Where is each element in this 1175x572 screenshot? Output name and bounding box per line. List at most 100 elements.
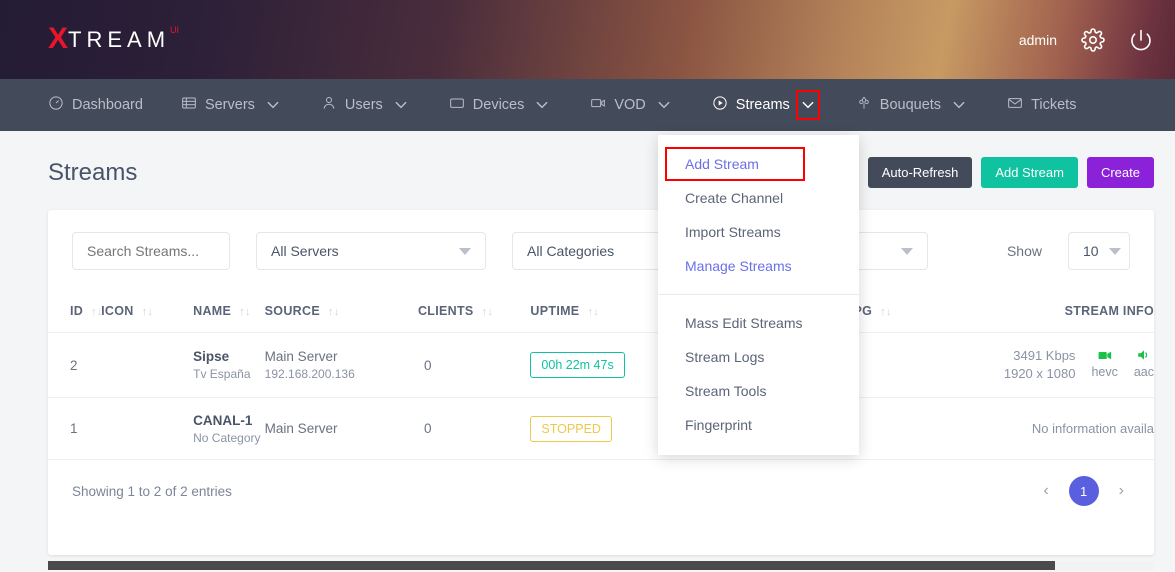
menu-item-stream-logs[interactable]: Stream Logs	[658, 340, 859, 374]
search-input[interactable]	[72, 232, 230, 270]
device-icon	[449, 95, 465, 115]
col-name[interactable]: NAME ↑↓	[193, 292, 265, 333]
nav-item-dashboard[interactable]: Dashboard	[48, 95, 143, 115]
nav-item-tickets[interactable]: Tickets	[1007, 95, 1076, 115]
top-right-controls: admin	[1018, 27, 1153, 52]
cell-clients: 0	[417, 332, 531, 398]
entries-summary: Showing 1 to 2 of 2 entries	[72, 483, 232, 499]
auto-refresh-button[interactable]: Auto-Refresh	[867, 157, 973, 188]
chevron-down-icon[interactable]	[795, 90, 820, 120]
audio-codec-label: aac	[1133, 365, 1154, 379]
col-id[interactable]: ID ↑↓	[48, 292, 102, 333]
menu-item-manage-streams[interactable]: Manage Streams	[658, 249, 859, 283]
nav-item-bouquets[interactable]: Bouquets	[856, 92, 969, 118]
menu-item-stream-tools[interactable]: Stream Tools	[658, 374, 859, 408]
page-size-select[interactable]: 10	[1068, 232, 1130, 270]
xtream-logo[interactable]: X TREAM UI	[48, 24, 179, 55]
create-button[interactable]: Create	[1086, 157, 1154, 188]
source-server: Main Server	[264, 349, 338, 364]
sort-icon: ↑↓	[587, 306, 600, 318]
source-ip: 192.168.200.136	[264, 367, 355, 381]
category-filter-value: All Categories	[527, 243, 615, 259]
stream-name: CANAL-1	[193, 412, 253, 428]
chevron-down-icon	[1108, 247, 1121, 255]
speedometer-icon	[48, 95, 64, 115]
show-label: Show	[1006, 243, 1042, 259]
cell-icon	[101, 397, 194, 460]
sort-icon: ↑↓	[481, 306, 494, 318]
server-filter-select[interactable]: All Servers	[256, 232, 486, 270]
stream-category: No Category	[193, 430, 261, 445]
sort-icon: ↑↓	[880, 306, 892, 318]
menu-item-import-streams[interactable]: Import Streams	[658, 215, 859, 249]
col-stream-info[interactable]: STREAM INFO	[908, 292, 1154, 333]
menu-item-create-channel[interactable]: Create Channel	[658, 181, 859, 215]
nav-item-devices[interactable]: Devices	[449, 92, 553, 118]
filter-bar: All Servers All Categories r Show 10	[48, 210, 1154, 292]
nav-label: VOD	[614, 97, 646, 113]
video-codec: hevc	[1091, 350, 1118, 381]
sort-icon: ↑↓	[141, 306, 154, 318]
nav-item-users[interactable]: Users	[321, 92, 411, 118]
menu-separator	[658, 294, 859, 295]
logo-superscript: UI	[170, 25, 180, 35]
tulip-icon	[856, 95, 872, 115]
resolution: 1920 x 1080	[1003, 366, 1076, 381]
nav-label: Tickets	[1031, 97, 1077, 113]
play-circle-icon	[712, 95, 728, 115]
nav-item-vod[interactable]: VOD	[590, 92, 673, 118]
pagination: ‹ 1 ›	[1037, 476, 1130, 506]
top-brand-bar: X TREAM UI admin	[0, 0, 1175, 79]
chevron-down-icon[interactable]	[263, 92, 283, 118]
sort-icon: ↑↓	[327, 306, 340, 318]
cell-id: 2	[48, 332, 102, 398]
table-row[interactable]: 1 CANAL-1 No Category Main Server 0 STOP…	[48, 397, 1154, 460]
nav-label: Users	[344, 97, 383, 113]
logo-x: X	[48, 22, 69, 55]
nav-label: Bouquets	[879, 97, 942, 113]
uptime-badge: STOPPED	[530, 415, 612, 442]
chevron-down-icon[interactable]	[949, 92, 969, 118]
chevron-down-icon[interactable]	[532, 92, 552, 118]
nav-label: Streams	[735, 97, 790, 113]
chevron-down-icon	[901, 247, 913, 255]
add-stream-button[interactable]: Add Stream	[981, 157, 1078, 188]
chevron-down-icon[interactable]	[654, 92, 674, 118]
cell-icon	[101, 332, 194, 398]
nav-item-streams[interactable]: Streams	[712, 90, 820, 120]
nav-label: Servers	[204, 97, 255, 113]
uptime-badge: 00h 22m 47s	[530, 352, 625, 378]
table-header-row: ID ↑↓ ICON ↑↓ NAME ↑↓ SOURCE ↑↓ CLIENTS ↑↓ UP…	[48, 292, 1154, 333]
power-icon[interactable]	[1129, 28, 1153, 52]
page-size-value: 10	[1083, 243, 1099, 259]
col-source[interactable]: SOURCE ↑↓	[264, 292, 418, 333]
prev-page-button[interactable]: ‹	[1037, 482, 1054, 500]
menu-item-fingerprint[interactable]: Fingerprint	[658, 408, 859, 442]
cell-name: CANAL-1 No Category	[193, 397, 265, 460]
chevron-down-icon[interactable]	[391, 92, 411, 118]
horizontal-scrollbar-thumb[interactable]	[48, 561, 1055, 570]
table-row[interactable]: 2 Sipse Tv España Main Server 192.168.20…	[48, 332, 1154, 398]
sort-icon: ↑↓	[239, 306, 251, 318]
cell-uptime: STOPPED	[530, 397, 674, 460]
username-label: admin	[1018, 31, 1057, 48]
menu-item-add-stream[interactable]: Add Stream	[658, 147, 859, 181]
stream-category: Tv España	[193, 367, 251, 381]
page-title: Streams	[48, 158, 138, 186]
streams-table: ID ↑↓ ICON ↑↓ NAME ↑↓ SOURCE ↑↓ CLIENTS ↑↓ UP…	[48, 292, 1154, 460]
col-icon[interactable]: ICON ↑↓	[101, 292, 194, 333]
col-clients[interactable]: CLIENTS ↑↓	[417, 292, 531, 333]
cell-name: Sipse Tv España	[193, 332, 265, 398]
table-footer: Showing 1 to 2 of 2 entries ‹ 1 ›	[48, 460, 1154, 522]
page-number-1[interactable]: 1	[1068, 476, 1099, 506]
envelope-icon	[1007, 95, 1023, 115]
video-codec-label: hevc	[1091, 364, 1118, 379]
menu-item-mass-edit-streams[interactable]: Mass Edit Streams	[658, 306, 859, 340]
nav-item-servers[interactable]: Servers	[181, 92, 283, 118]
video-icon	[590, 95, 606, 115]
col-uptime[interactable]: UPTIME ↑↓	[530, 292, 674, 333]
speaker-icon	[1138, 350, 1148, 360]
bitrate: 3491 Kbps	[1013, 348, 1076, 363]
next-page-button[interactable]: ›	[1113, 482, 1130, 500]
gear-icon[interactable]	[1081, 27, 1105, 52]
